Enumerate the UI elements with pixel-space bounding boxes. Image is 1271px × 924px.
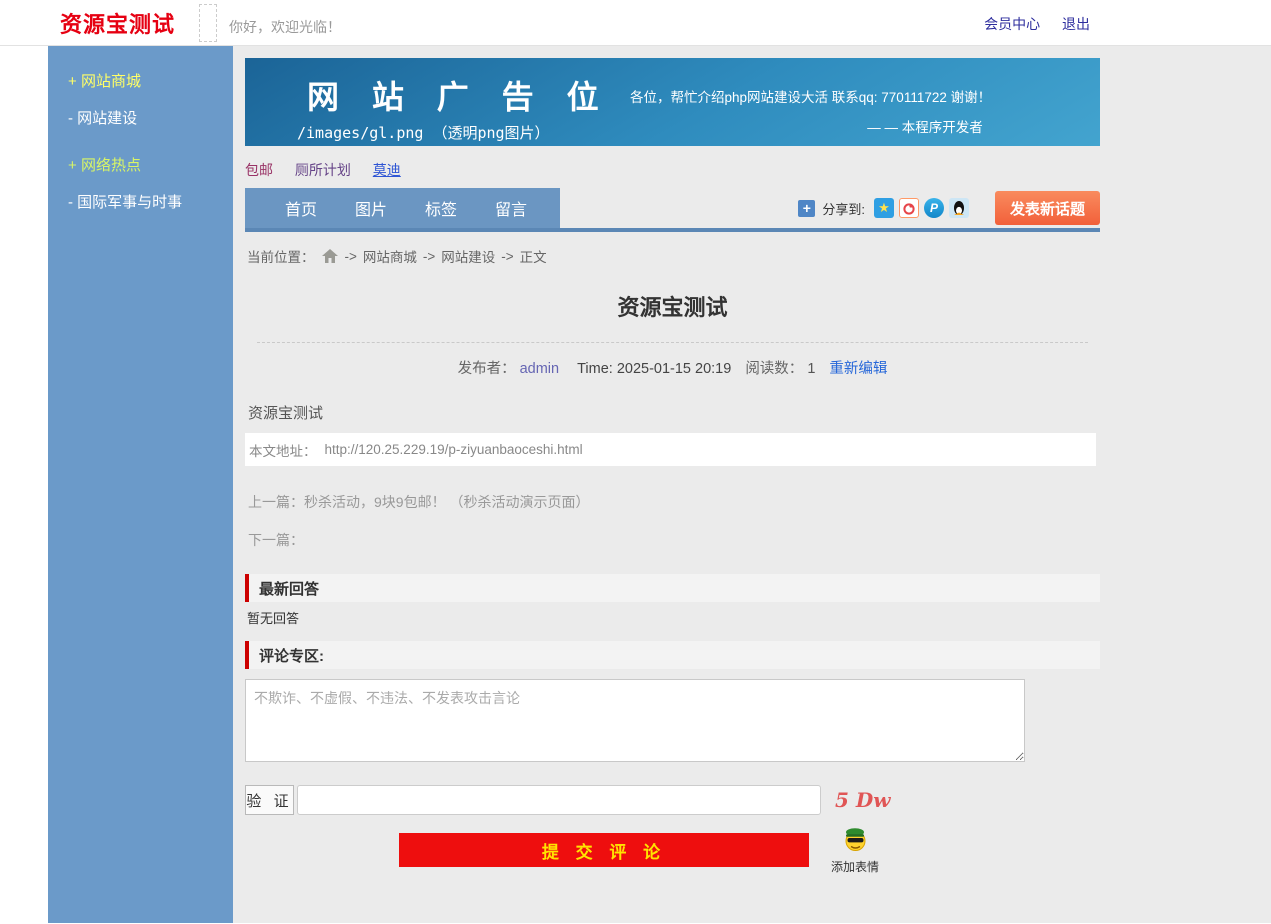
breadcrumb-current: 正文: [520, 246, 547, 266]
article-meta: 发布者：admin Time: 2025-01-15 20:19 阅读数： 1 重新编…: [245, 357, 1100, 378]
add-emoji-control[interactable]: 添加表情: [831, 827, 879, 875]
next-label: 下一篇：: [248, 532, 304, 548]
comment-textarea[interactable]: [245, 679, 1025, 762]
expand-icon: +: [68, 73, 77, 90]
prev-label: 上一篇：: [248, 494, 304, 510]
sidebar-item-label: 网络热点: [81, 157, 141, 174]
tab-messages[interactable]: 留言: [495, 196, 527, 220]
article-url-bar: 本文地址： http://120.25.229.19/p-ziyuanbaoce…: [245, 433, 1096, 466]
account-links: 会员中心 退出: [966, 14, 1090, 34]
new-topic-button[interactable]: 发表新话题: [995, 191, 1100, 225]
ad-subtitle: /images/gl.png （透明png图片）: [297, 122, 611, 143]
site-logo: 资源宝测试: [60, 7, 175, 39]
collapse-icon: -: [68, 194, 73, 211]
ad-title: 网 站 广 告 位: [307, 72, 611, 118]
next-post-row: 下一篇：: [245, 530, 1100, 550]
category-sidebar: + 网站商城 - 网站建设 + 网络热点 - 国际军事与时事: [48, 46, 233, 923]
ad-banner-right: 各位，帮忙介绍php网站建设大活 联系qq: 770111722 谢谢！ — —…: [630, 58, 1100, 146]
expand-icon: +: [68, 157, 77, 174]
member-center-link[interactable]: 会员中心: [984, 16, 1040, 32]
tag-link[interactable]: 包邮: [245, 162, 273, 178]
tag-link[interactable]: 莫迪: [373, 162, 401, 178]
collapse-icon: -: [68, 110, 73, 127]
share-label: 分享到:: [822, 199, 865, 218]
submit-comment-button[interactable]: 提 交 评 论: [399, 833, 809, 867]
ad-banner-left: 网 站 广 告 位 /images/gl.png （透明png图片）: [245, 58, 611, 146]
captcha-input[interactable]: [297, 785, 821, 815]
no-answers-text: 暂无回答: [245, 608, 1100, 627]
captcha-label: 验 证: [245, 785, 294, 815]
title-divider: [257, 342, 1088, 343]
breadcrumb-separator: ->: [423, 249, 435, 264]
logout-link[interactable]: 退出: [1062, 16, 1090, 32]
ad-message-line2: — — 本程序开发者: [630, 116, 1100, 136]
left-gutter: [0, 46, 48, 923]
qzone-share-icon[interactable]: ★: [874, 198, 894, 218]
prev-post-link[interactable]: 秒杀活动，9块9包邮！ （秒杀活动演示页面）: [304, 494, 589, 510]
tag-links: 包邮 厕所计划 莫迪: [245, 160, 1100, 180]
tab-tags[interactable]: 标签: [425, 196, 457, 220]
qq-share-icon[interactable]: [949, 198, 969, 218]
tab-home[interactable]: 首页: [285, 196, 317, 220]
add-emoji-label: 添加表情: [831, 858, 879, 875]
weibo-glyph: [901, 200, 917, 216]
breadcrumb-separator: ->: [501, 249, 513, 264]
article-url[interactable]: http://120.25.229.19/p-ziyuanbaoceshi.ht…: [325, 442, 583, 457]
emoji-icon: [842, 827, 869, 852]
article-body: 资源宝测试: [245, 402, 1100, 423]
share-plus-icon[interactable]: +: [798, 200, 815, 217]
sidebar-item-webdev[interactable]: - 网站建设: [48, 99, 233, 136]
breadcrumb: 当前位置： -> 网站商城 -> 网站建设 -> 正文: [245, 232, 1100, 276]
views-count: 1: [807, 361, 815, 377]
main-area: 网 站 广 告 位 /images/gl.png （透明png图片） 各位，帮忙…: [233, 46, 1271, 923]
url-label: 本文地址：: [249, 440, 317, 460]
pengyou-share-icon[interactable]: P: [924, 198, 944, 218]
publisher-label: 发布者：: [458, 361, 516, 377]
latest-answers-header: 最新回答: [245, 574, 1100, 602]
captcha-row: 验 证 5 Dw: [245, 785, 1100, 815]
breadcrumb-link[interactable]: 网站商城: [363, 246, 417, 266]
ad-message-line1: 各位，帮忙介绍php网站建设大活 联系qq: 770111722 谢谢！: [630, 86, 1100, 106]
weibo-share-icon[interactable]: [899, 198, 919, 218]
tag-link[interactable]: 厕所计划: [295, 162, 351, 178]
publish-time: Time: 2025-01-15 20:19: [577, 361, 731, 377]
article-title: 资源宝测试: [245, 290, 1100, 322]
home-icon[interactable]: [321, 248, 339, 264]
welcome-text: 你好，欢迎光临！: [229, 17, 341, 37]
submit-row: 提 交 评 论 添加表情: [245, 833, 1100, 875]
sidebar-item-military[interactable]: - 国际军事与时事: [48, 183, 233, 220]
sidebar-item-label: 国际军事与时事: [77, 194, 182, 211]
sidebar-item-label: 网站商城: [81, 73, 141, 90]
re-edit-link[interactable]: 重新编辑: [829, 361, 887, 377]
qq-penguin-glyph: [952, 200, 966, 216]
sidebar-item-label: 网站建设: [77, 110, 137, 127]
logo-placeholder-box: [199, 4, 217, 42]
prev-post-row: 上一篇：秒杀活动，9块9包邮！ （秒杀活动演示页面）: [245, 492, 1100, 512]
nav-row: 首页 图片 标签 留言 + 分享到: ★ P: [245, 188, 1100, 228]
ad-banner[interactable]: 网 站 广 告 位 /images/gl.png （透明png图片） 各位，帮忙…: [245, 58, 1100, 146]
nav-tabs: 首页 图片 标签 留言: [245, 188, 560, 228]
sidebar-item-shop[interactable]: + 网站商城: [48, 62, 233, 99]
captcha-code: 5 Dw: [835, 788, 890, 812]
top-bar: 资源宝测试 你好，欢迎光临！ 会员中心 退出: [0, 0, 1271, 46]
publisher-link[interactable]: admin: [520, 361, 560, 377]
breadcrumb-prefix: 当前位置：: [247, 246, 315, 266]
sidebar-item-hotspots[interactable]: + 网络热点: [48, 146, 233, 183]
breadcrumb-link[interactable]: 网站建设: [441, 246, 495, 266]
comment-section-header: 评论专区:: [245, 641, 1100, 669]
tab-images[interactable]: 图片: [355, 196, 387, 220]
share-bar: + 分享到: ★ P: [798, 198, 969, 218]
breadcrumb-separator: ->: [345, 249, 357, 264]
views-label: 阅读数：: [745, 361, 803, 377]
